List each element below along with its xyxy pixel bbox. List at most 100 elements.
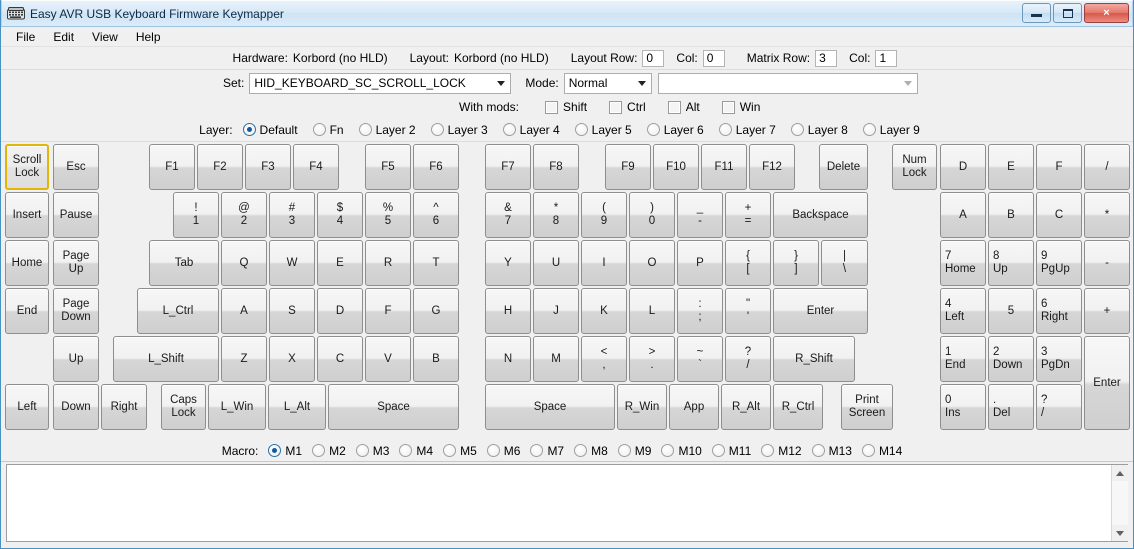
key-backspace[interactable]: Backspace: [773, 192, 868, 238]
key-key[interactable]: -: [1084, 240, 1130, 286]
key-8-up[interactable]: 8 Up: [988, 240, 1034, 286]
macro-radio-m12[interactable]: M12: [761, 444, 802, 458]
scrollbar-track[interactable]: [1111, 481, 1128, 525]
key-4-left[interactable]: 4 Left: [940, 288, 986, 334]
key-y[interactable]: Y: [485, 240, 531, 286]
key-r[interactable]: R: [365, 240, 411, 286]
key-1-end[interactable]: 1 End: [940, 336, 986, 382]
key-key[interactable]: >.: [629, 336, 675, 382]
key-e[interactable]: E: [988, 144, 1034, 190]
key-del[interactable]: . Del: [988, 384, 1034, 430]
macro-radio-m13[interactable]: M13: [811, 444, 852, 458]
key-f4[interactable]: F4: [293, 144, 339, 190]
key-l[interactable]: L: [629, 288, 675, 334]
key-scroll-lock[interactable]: Scroll Lock: [5, 144, 49, 190]
key-key[interactable]: }]: [773, 240, 819, 286]
macro-radio-m11[interactable]: M11: [711, 444, 751, 458]
key-key[interactable]: _ -: [677, 192, 723, 238]
layer-radio-layer-5[interactable]: Layer 5: [574, 123, 632, 137]
key-a[interactable]: A: [221, 288, 267, 334]
key-e[interactable]: E: [317, 240, 363, 286]
key-q[interactable]: Q: [221, 240, 267, 286]
macro-radio-m6[interactable]: M6: [486, 444, 520, 458]
vertical-scrollbar[interactable]: [1111, 465, 1128, 541]
key-f1[interactable]: F1: [149, 144, 195, 190]
key-p[interactable]: P: [677, 240, 723, 286]
mod-checkbox-shift[interactable]: Shift: [545, 100, 587, 114]
key-key[interactable]: <,: [581, 336, 627, 382]
key-b[interactable]: B: [988, 192, 1034, 238]
key-f2[interactable]: F2: [197, 144, 243, 190]
key-key[interactable]: ? /: [1036, 384, 1082, 430]
key-w[interactable]: W: [269, 240, 315, 286]
key-tab[interactable]: Tab: [149, 240, 219, 286]
key-print-screen[interactable]: Print Screen: [841, 384, 893, 430]
key-s[interactable]: S: [269, 288, 315, 334]
mode-dropdown[interactable]: Normal: [563, 72, 652, 94]
key-f8[interactable]: F8: [533, 144, 579, 190]
key-space[interactable]: Space: [485, 384, 615, 430]
key-b[interactable]: B: [413, 336, 459, 382]
key-6[interactable]: ^ 6: [413, 192, 459, 238]
key-f[interactable]: F: [1036, 144, 1082, 190]
layer-radio-layer-7[interactable]: Layer 7: [718, 123, 776, 137]
scroll-down-button[interactable]: [1111, 525, 1128, 541]
key-key[interactable]: + =: [725, 192, 771, 238]
key-3[interactable]: #3: [269, 192, 315, 238]
scroll-up-button[interactable]: [1111, 465, 1128, 481]
key-g[interactable]: G: [413, 288, 459, 334]
key-key[interactable]: ~ `: [677, 336, 723, 382]
mod-checkbox-ctrl[interactable]: Ctrl: [609, 100, 646, 114]
key-9-pgup[interactable]: 9 PgUp: [1036, 240, 1082, 286]
mod-checkbox-alt[interactable]: Alt: [667, 100, 700, 114]
key-key[interactable]: ? /: [725, 336, 771, 382]
key-space[interactable]: Space: [328, 384, 459, 430]
key-5[interactable]: 5: [988, 288, 1034, 334]
macro-radio-m14[interactable]: M14: [861, 444, 902, 458]
key-r-shift[interactable]: R_Shift: [773, 336, 855, 382]
layer-radio-layer-9[interactable]: Layer 9: [862, 123, 920, 137]
layer-radio-layer-8[interactable]: Layer 8: [790, 123, 848, 137]
key-c[interactable]: C: [1036, 192, 1082, 238]
key-key[interactable]: *: [1084, 192, 1130, 238]
key-x[interactable]: X: [269, 336, 315, 382]
key-l-ctrl[interactable]: L_Ctrl: [137, 288, 219, 334]
key-6-right[interactable]: 6 Right: [1036, 288, 1082, 334]
key-l-win[interactable]: L_Win: [208, 384, 266, 430]
key-r-alt[interactable]: R_Alt: [721, 384, 771, 430]
key-right[interactable]: Right: [101, 384, 147, 430]
key-n[interactable]: N: [485, 336, 531, 382]
key-insert[interactable]: Insert: [5, 192, 49, 238]
key-enter[interactable]: Enter: [773, 288, 868, 334]
minimize-button[interactable]: [1022, 3, 1051, 23]
close-button[interactable]: ×: [1084, 3, 1129, 23]
key-h[interactable]: H: [485, 288, 531, 334]
key-key[interactable]: {[: [725, 240, 771, 286]
maximize-button[interactable]: [1053, 3, 1082, 23]
key-f9[interactable]: F9: [605, 144, 651, 190]
key-v[interactable]: V: [365, 336, 411, 382]
key-enter[interactable]: Enter: [1084, 336, 1130, 430]
key-key[interactable]: +: [1084, 288, 1130, 334]
key-l-alt[interactable]: L_Alt: [268, 384, 326, 430]
log-pane[interactable]: [6, 464, 1128, 542]
key-2-down[interactable]: 2 Down: [988, 336, 1034, 382]
key-f6[interactable]: F6: [413, 144, 459, 190]
menu-view[interactable]: View: [83, 28, 127, 46]
key-7[interactable]: & 7: [485, 192, 531, 238]
set-dropdown[interactable]: HID_KEYBOARD_SC_SCROLL_LOCK: [249, 72, 512, 94]
key-num-lock[interactable]: Num Lock: [892, 144, 937, 190]
key-z[interactable]: Z: [221, 336, 267, 382]
key-8[interactable]: * 8: [533, 192, 579, 238]
key-u[interactable]: U: [533, 240, 579, 286]
macro-radio-m3[interactable]: M3: [355, 444, 389, 458]
macro-radio-m7[interactable]: M7: [530, 444, 564, 458]
macro-radio-m4[interactable]: M4: [399, 444, 433, 458]
layer-radio-default[interactable]: Default: [242, 123, 298, 137]
key-7-home[interactable]: 7 Home: [940, 240, 986, 286]
menu-help[interactable]: Help: [127, 28, 170, 46]
key-1[interactable]: ! 1: [173, 192, 219, 238]
key-2[interactable]: @2: [221, 192, 267, 238]
key-key[interactable]: :;: [677, 288, 723, 334]
layer-radio-layer-6[interactable]: Layer 6: [646, 123, 704, 137]
